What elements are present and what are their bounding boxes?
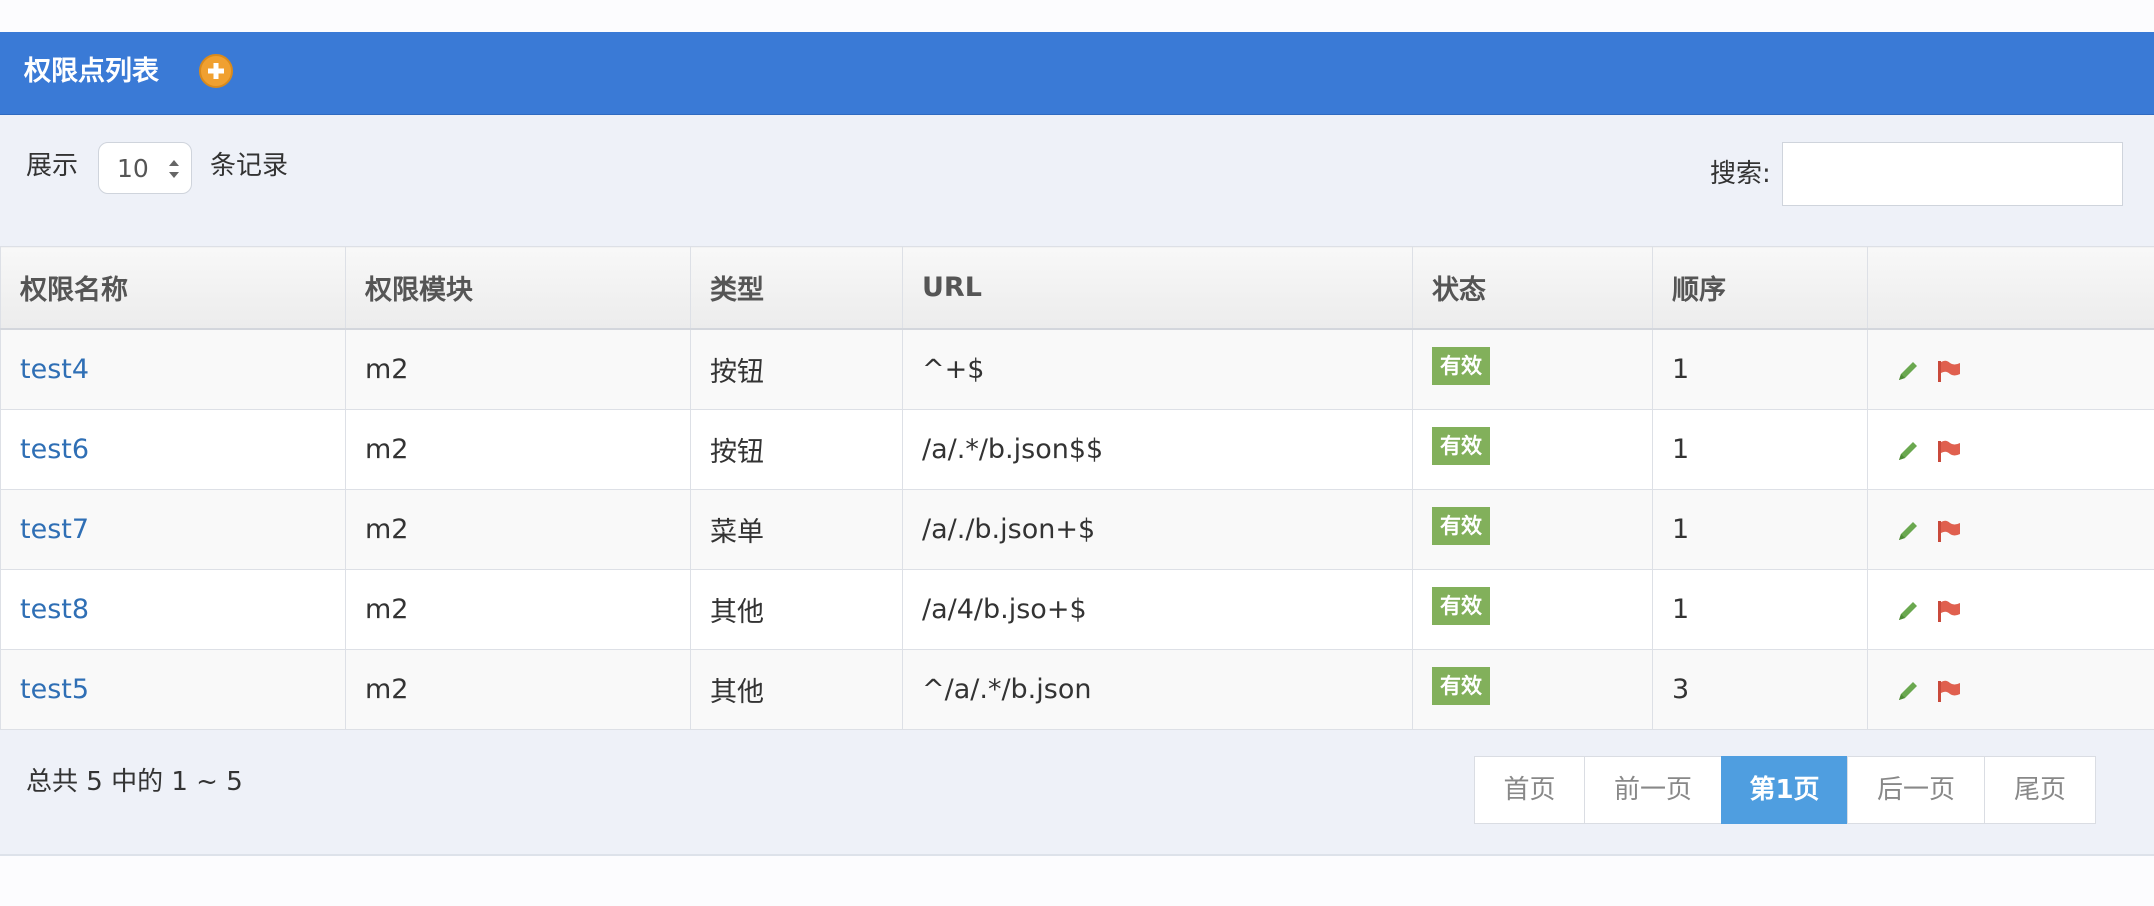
order-cell: 3 [1652, 649, 1868, 730]
status-cell: 有效 [1412, 649, 1653, 730]
module-cell: m2 [345, 569, 691, 650]
status-badge: 有效 [1432, 426, 1490, 465]
column-header-name[interactable]: 权限名称 [0, 246, 346, 330]
flag-icon[interactable] [1934, 597, 1962, 625]
permission-name-link[interactable]: test5 [20, 674, 89, 705]
permission-name-link[interactable]: test6 [20, 434, 89, 465]
column-header-order[interactable]: 顺序 [1652, 246, 1868, 330]
panel-title: 权限点列表 [24, 56, 159, 87]
column-header-type[interactable]: 类型 [690, 246, 903, 330]
actions-cell [1867, 569, 2154, 650]
actions-cell [1867, 489, 2154, 570]
order-cell: 1 [1652, 489, 1868, 570]
module-cell: m2 [345, 328, 691, 410]
status-cell: 有效 [1412, 569, 1653, 650]
pencil-icon[interactable] [1894, 677, 1922, 705]
page-current-button[interactable]: 第1页 [1721, 756, 1848, 824]
type-cell: 按钮 [690, 328, 903, 410]
pencil-icon[interactable] [1894, 517, 1922, 545]
table-row: test8 m2 其他/a/4/b.jso+$ 有效 1 [0, 569, 2154, 650]
permission-name-cell[interactable]: test6 [0, 409, 346, 490]
type-cell: 其他 [690, 649, 903, 730]
column-header-actions [1867, 246, 2154, 330]
length-suffix-label: 条记录 [210, 151, 289, 181]
order-cell: 1 [1652, 409, 1868, 490]
permission-panel: 权限点列表 展示 10 条记录 搜索: 权限名称 权限模块 类型 URL 状态 [0, 32, 2154, 856]
table-row: test5 m2 其他 ^/a/.*/b.json 有效 3 [0, 649, 2154, 730]
status-badge: 有效 [1432, 346, 1490, 385]
pagination: 首页 前一页 第1页 后一页 尾页 [1474, 756, 2096, 824]
url-cell: /a/./b.json+$ [902, 489, 1413, 570]
page-first-button[interactable]: 首页 [1474, 756, 1585, 824]
page-length-value: 10 [117, 154, 149, 183]
url-cell: /a/4/b.jso+$ [902, 569, 1413, 650]
order-cell: 1 [1652, 328, 1868, 410]
module-cell: m2 [345, 489, 691, 570]
search-input[interactable] [1782, 142, 2123, 206]
permission-name-link[interactable]: test4 [20, 354, 89, 385]
status-cell: 有效 [1412, 328, 1653, 410]
order-cell: 1 [1652, 569, 1868, 650]
status-cell: 有效 [1412, 489, 1653, 570]
module-cell: m2 [345, 649, 691, 730]
permission-name-link[interactable]: test7 [20, 514, 89, 545]
status-cell: 有效 [1412, 409, 1653, 490]
page-next-button[interactable]: 后一页 [1847, 756, 1985, 824]
table-summary: 总共 5 中的 1 ~ 5 [26, 767, 243, 797]
page-prev-button[interactable]: 前一页 [1584, 756, 1722, 824]
plus-circle-icon[interactable] [198, 53, 234, 89]
permission-name-cell[interactable]: test4 [0, 328, 346, 410]
column-header-module[interactable]: 权限模块 [345, 246, 691, 330]
type-cell: 按钮 [690, 409, 903, 490]
url-cell: ^+$ [902, 328, 1413, 410]
actions-cell [1867, 409, 2154, 490]
search-label: 搜索: [1710, 159, 1771, 189]
actions-cell [1867, 649, 2154, 730]
select-arrows-icon [169, 160, 179, 178]
flag-icon[interactable] [1934, 357, 1962, 385]
pencil-icon[interactable] [1894, 437, 1922, 465]
pencil-icon[interactable] [1894, 357, 1922, 385]
permission-name-cell[interactable]: test8 [0, 569, 346, 650]
permission-name-cell[interactable]: test5 [0, 649, 346, 730]
permission-name-cell[interactable]: test7 [0, 489, 346, 570]
actions-cell [1867, 328, 2154, 410]
table-row: test4 m2 按钮 ^+$ 有效 1 [0, 328, 2154, 410]
page-last-button[interactable]: 尾页 [1984, 756, 2096, 824]
flag-icon[interactable] [1934, 437, 1962, 465]
column-header-url[interactable]: URL [902, 246, 1413, 330]
column-header-status[interactable]: 状态 [1412, 246, 1653, 330]
pencil-icon[interactable] [1894, 597, 1922, 625]
permission-name-link[interactable]: test8 [20, 594, 89, 625]
length-prefix-label: 展示 [26, 151, 79, 181]
type-cell: 菜单 [690, 489, 903, 570]
table-row: test6 m2 按钮/a/.*/b.json$$ 有效 1 [0, 409, 2154, 490]
status-badge: 有效 [1432, 666, 1490, 705]
url-cell: /a/.*/b.json$$ [902, 409, 1413, 490]
module-cell: m2 [345, 409, 691, 490]
permission-table: 权限名称 权限模块 类型 URL 状态 顺序 test4 m2 按钮 ^+$ 有效 1 te… [0, 246, 2154, 730]
type-cell: 其他 [690, 569, 903, 650]
status-badge: 有效 [1432, 586, 1490, 625]
status-badge: 有效 [1432, 506, 1490, 545]
flag-icon[interactable] [1934, 517, 1962, 545]
panel-header: 权限点列表 [0, 32, 2154, 115]
page-length-select[interactable]: 10 [98, 142, 192, 194]
url-cell: ^/a/.*/b.json [902, 649, 1413, 730]
table-row: test7 m2 菜单/a/./b.json+$ 有效 1 [0, 489, 2154, 570]
table-header-row: 权限名称 权限模块 类型 URL 状态 顺序 [0, 246, 2154, 330]
flag-icon[interactable] [1934, 677, 1962, 705]
